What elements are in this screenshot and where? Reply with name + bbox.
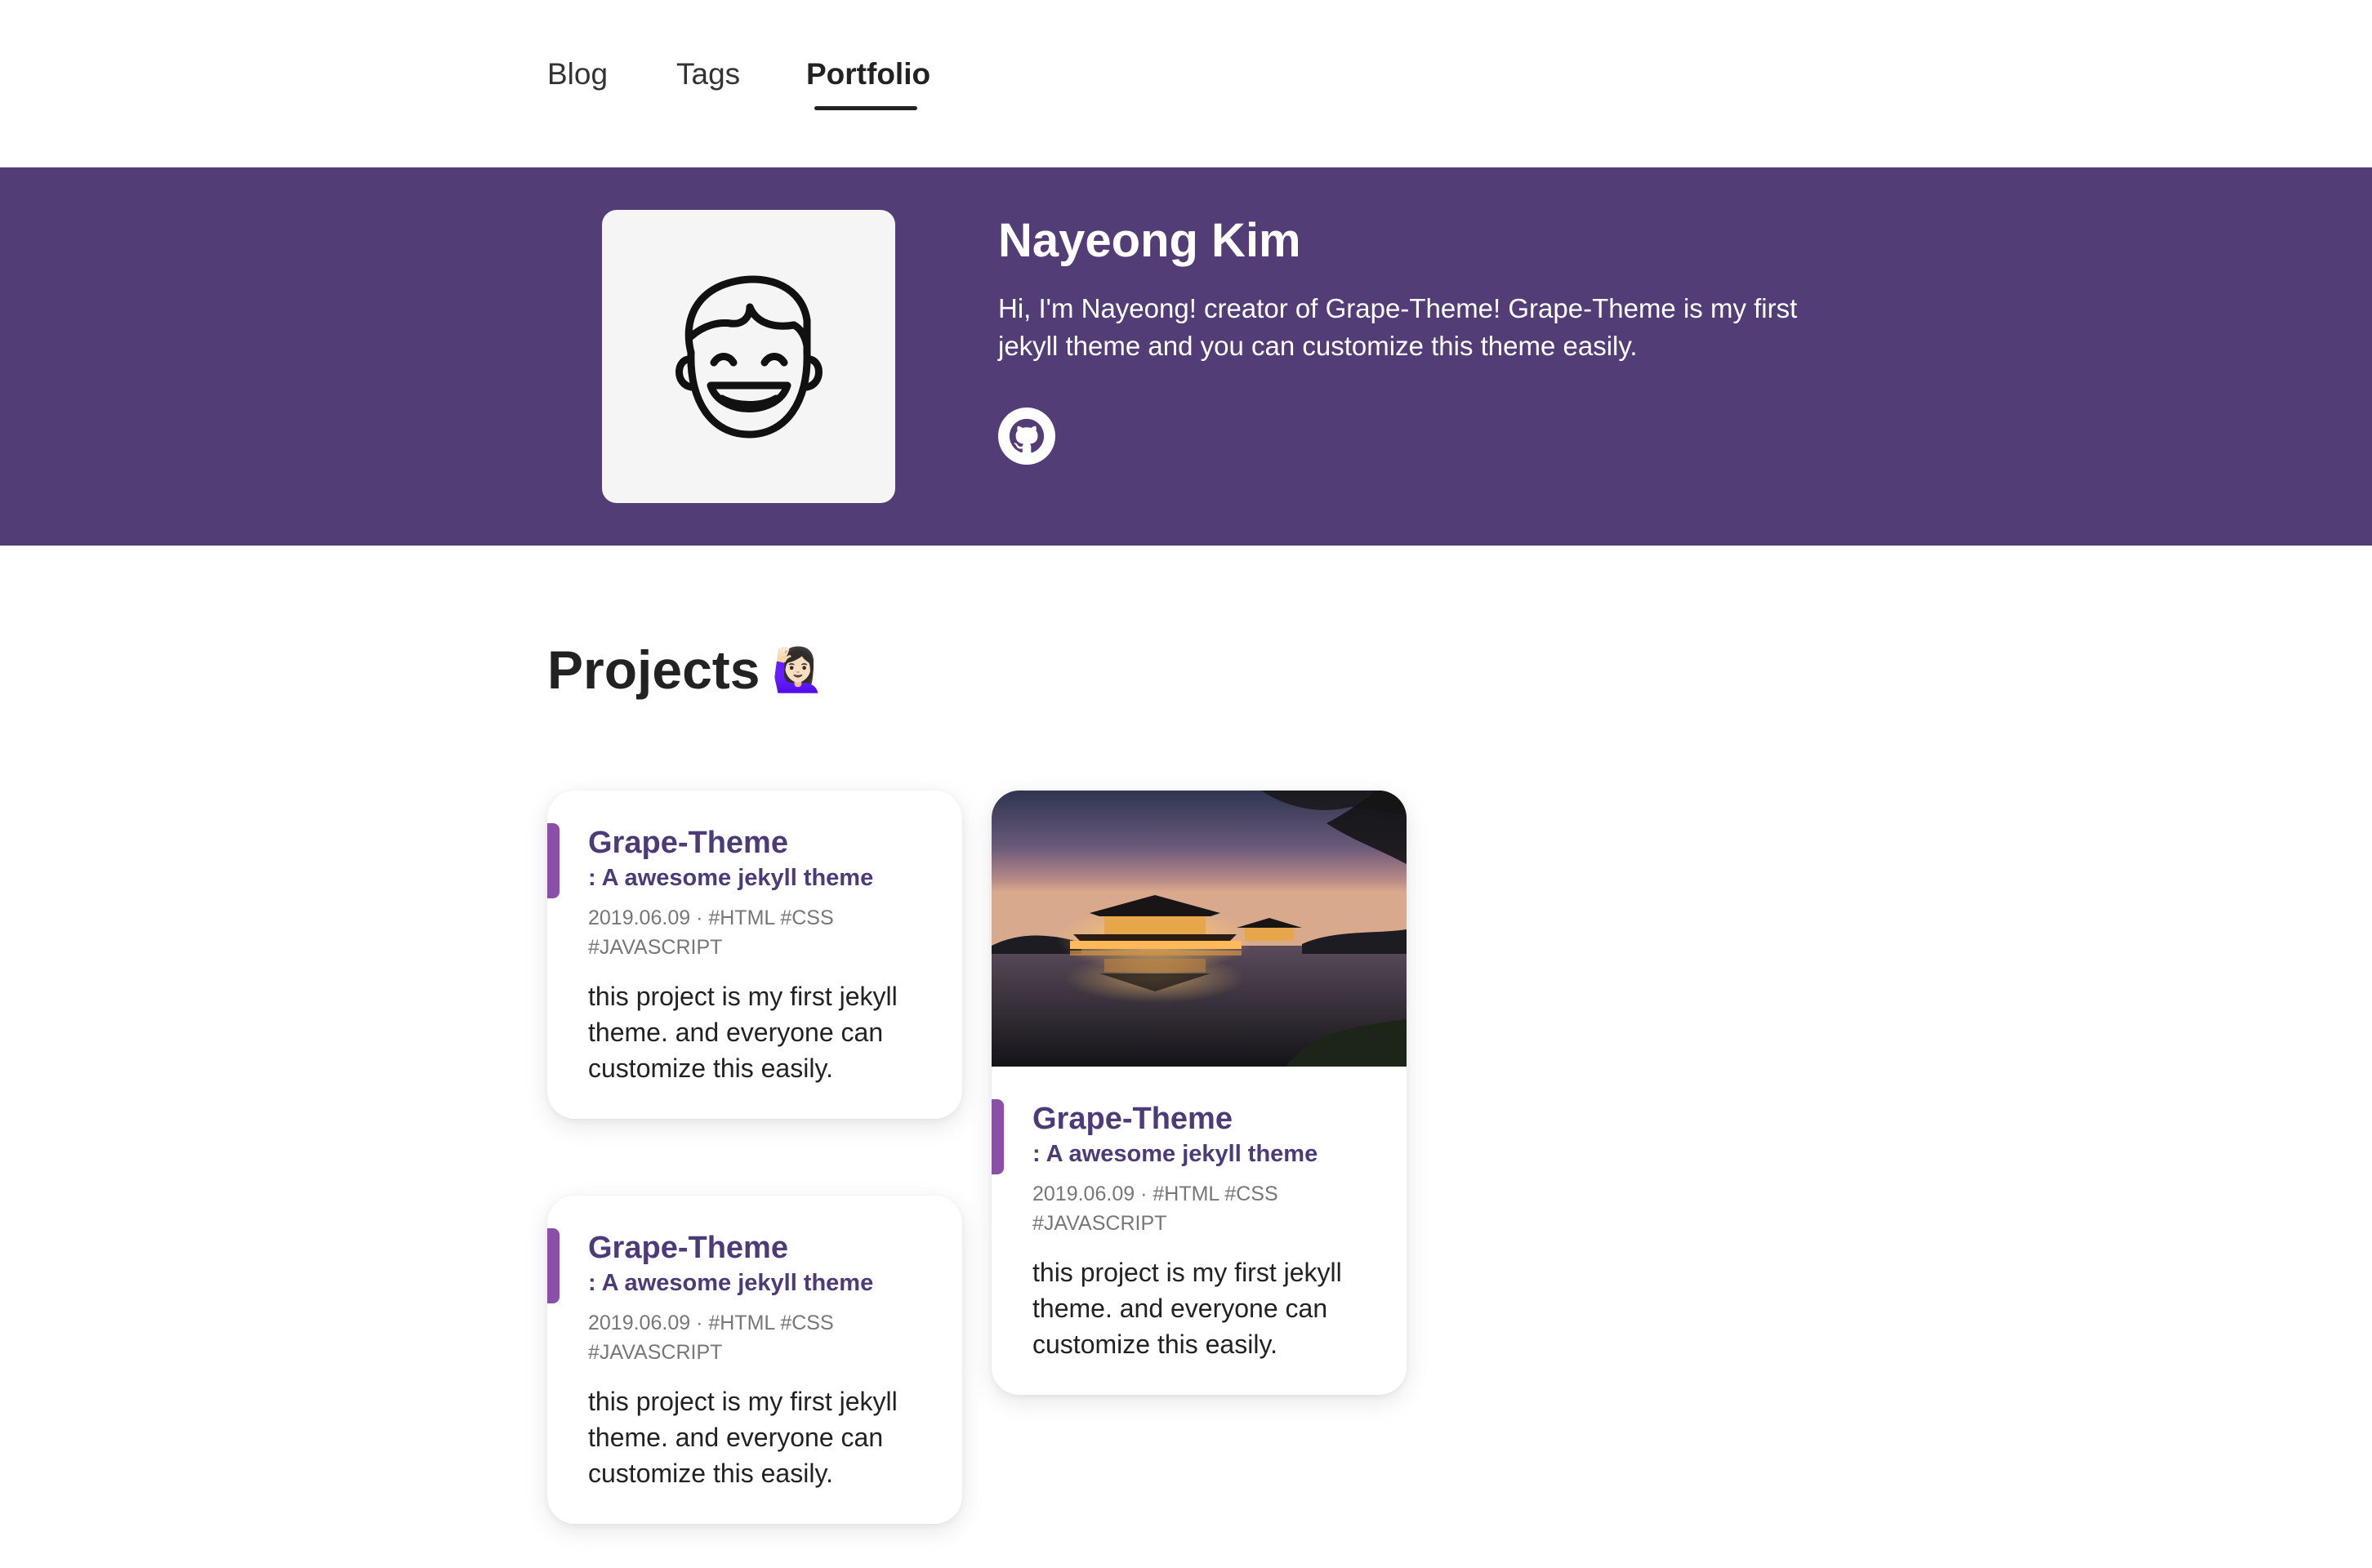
profile-hero: Nayeong Kim Hi, I'm Nayeong! creator of … [0,167,2372,546]
profile-bio: Hi, I'm Nayeong! creator of Grape-Theme!… [998,293,1798,361]
card-accent-bar [547,1228,560,1303]
card-meta: 2019.06.09 · #HTML #CSS #JAVASCRIPT [1032,1183,1278,1235]
project-card[interactable]: Grape-Theme : A awesome jekyll theme 201… [547,791,962,1119]
card-subtitle: : A awesome jekyll theme [588,1270,874,1296]
card-accent-bar [547,823,560,898]
project-card[interactable]: Grape-Theme : A awesome jekyll theme 201… [547,1196,962,1524]
active-nav-indicator [814,106,917,110]
card-title: Grape-Theme [588,1231,788,1265]
card-title: Grape-Theme [588,826,788,860]
card-subtitle: : A awesome jekyll theme [1032,1141,1318,1167]
raising-hand-emoji-icon: 🙋🏻‍♀️ [771,646,825,694]
top-nav: Blog Tags Portfolio [0,0,2372,167]
avatar [602,210,895,503]
card-description: this project is my first jekyll theme. a… [1032,1258,1342,1359]
card-title: Grape-Theme [1032,1102,1233,1136]
card-subtitle: : A awesome jekyll theme [588,865,874,891]
project-thumbnail-image [992,791,1407,1067]
card-description: this project is my first jekyll theme. a… [588,1387,898,1488]
laughing-face-icon [675,275,823,438]
profile-name: Nayeong Kim [998,214,1301,267]
card-meta: 2019.06.09 · #HTML #CSS #JAVASCRIPT [588,1312,834,1364]
card-accent-bar [992,1099,1004,1174]
projects-heading: Projects 🙋🏻‍♀️ [547,639,824,701]
nav-tags-link[interactable]: Tags [676,57,740,91]
github-icon [1009,418,1045,453]
card-description: this project is my first jekyll theme. a… [588,982,898,1083]
github-link[interactable] [998,408,1055,465]
projects-title: Projects [547,639,760,700]
card-meta: 2019.06.09 · #HTML #CSS #JAVASCRIPT [588,906,834,959]
nav-portfolio-link[interactable]: Portfolio [806,57,930,91]
nav-blog-link[interactable]: Blog [547,57,608,91]
project-card[interactable]: Grape-Theme : A awesome jekyll theme 201… [992,791,1407,1395]
